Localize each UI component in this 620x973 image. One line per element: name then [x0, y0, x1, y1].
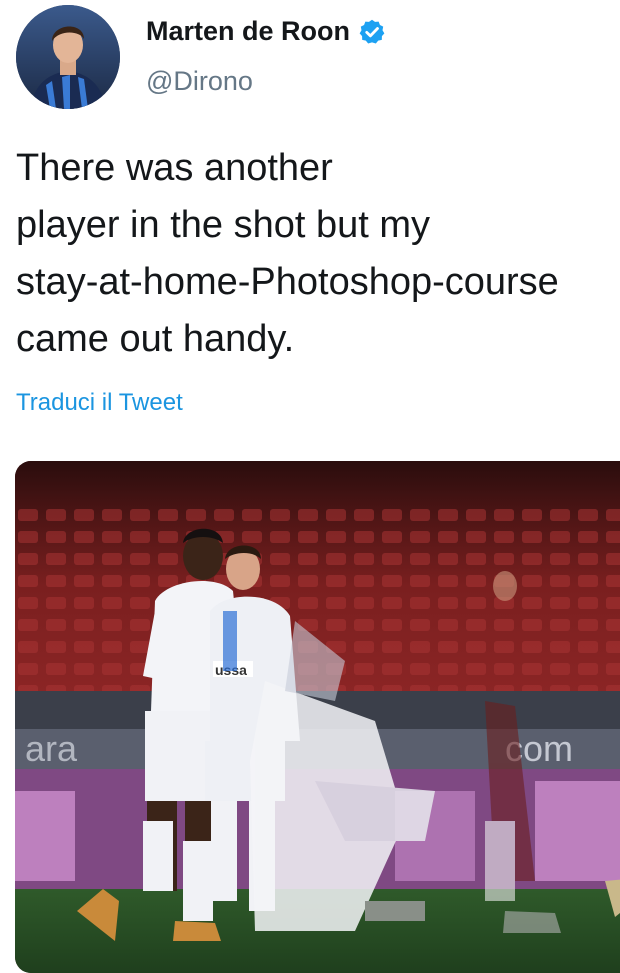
tweet-text-line: came out handy. — [16, 318, 295, 360]
tweet-text: There was another player in the shot but… — [16, 140, 620, 368]
author-handle[interactable]: @Dirono — [146, 66, 253, 97]
tweet-text-line: stay-at-home-Photoshop-course — [16, 261, 559, 303]
author-row: Marten de Roon — [146, 16, 386, 47]
avatar[interactable] — [16, 5, 120, 109]
football-celebration-photo-icon: com ara — [15, 461, 620, 973]
tweet-photo[interactable]: com ara — [15, 461, 620, 973]
display-name[interactable]: Marten de Roon — [146, 16, 350, 47]
verified-badge-icon — [358, 18, 386, 46]
tweet-text-line: player in the shot but my — [16, 204, 430, 246]
tweet-card: Marten de Roon @Dirono There was another… — [0, 0, 620, 973]
tweet-text-line: There was another — [16, 147, 333, 189]
avatar-image — [16, 5, 120, 109]
svg-text:ara: ara — [25, 728, 78, 769]
translate-tweet-link[interactable]: Traduci il Tweet — [16, 389, 183, 417]
